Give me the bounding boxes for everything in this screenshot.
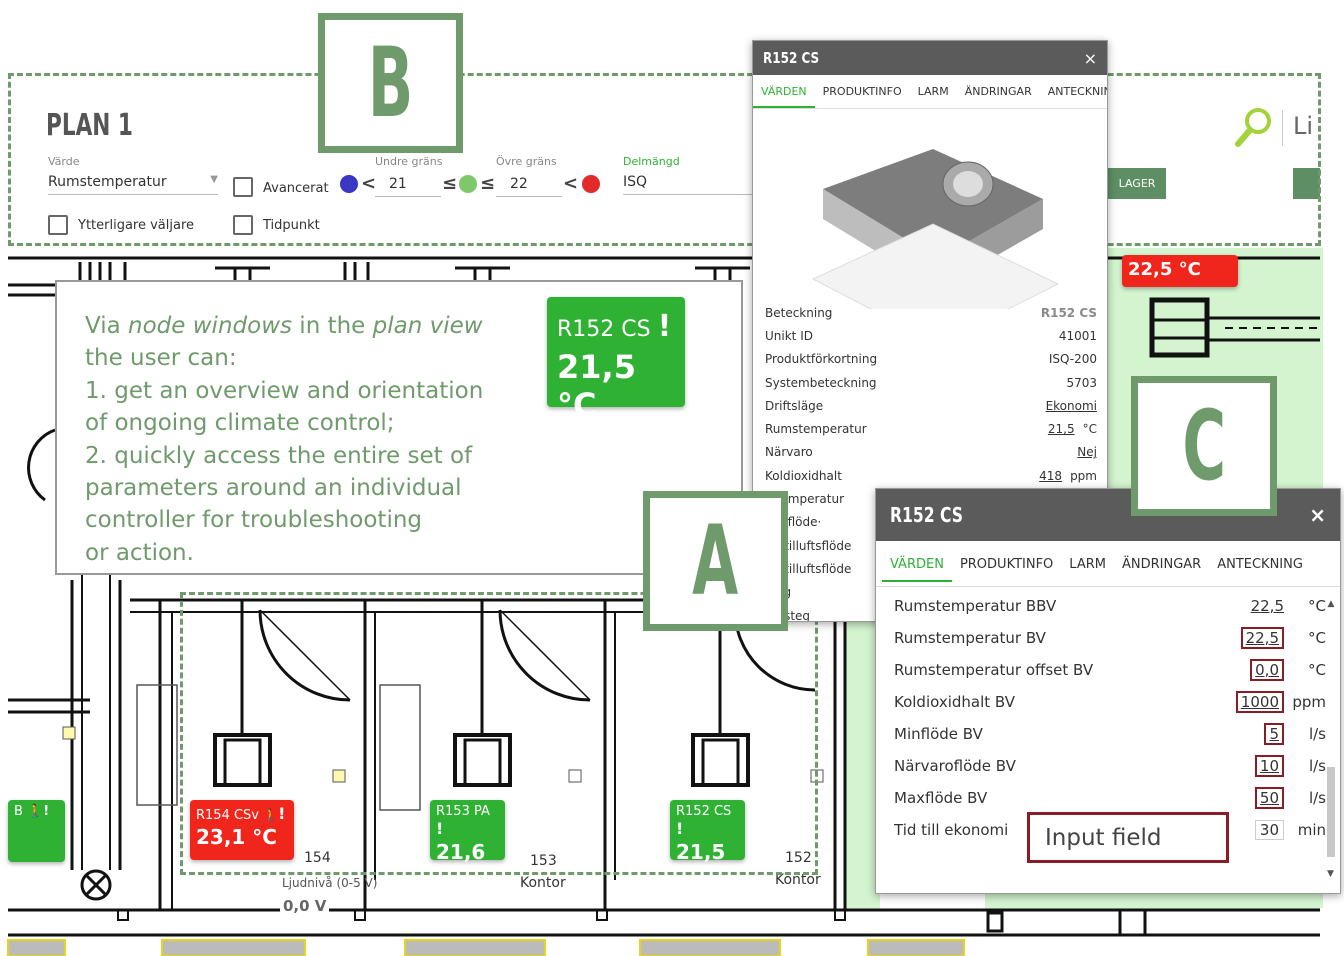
product-info-value[interactable]: Ekonomi <box>1046 399 1097 413</box>
product-info-row: Systembeteckning 5703 <box>753 371 1107 394</box>
product-info-value: 418 ppm <box>1039 468 1097 483</box>
tab-3[interactable]: ÄNDRINGAR <box>1114 547 1209 582</box>
product-info-key: Unikt ID <box>765 328 813 343</box>
value-input[interactable]: 22,5 <box>1240 627 1284 649</box>
sound-level-value: 0,0 V <box>280 897 330 915</box>
tab-4[interactable]: ANTECKNIN <box>1040 75 1107 108</box>
value-key: Maxflöde BV <box>894 789 988 807</box>
sensor-temp: 22,5 °C <box>1128 259 1201 280</box>
value-unit: °C <box>1308 597 1326 615</box>
tab-1[interactable]: PRODUKTINFO <box>952 547 1061 582</box>
tab-4[interactable]: ANTECKNING <box>1209 547 1311 582</box>
product-info-key: Produktförkortning <box>765 352 878 367</box>
value-unit: l/s <box>1308 789 1326 807</box>
value-input[interactable]: 5 <box>1264 723 1284 745</box>
value-row: Rumstemperatur BV 22,5 °C <box>876 622 1340 654</box>
value-input[interactable]: 50 <box>1254 787 1284 809</box>
product-info-value[interactable]: Nej <box>1077 445 1097 459</box>
label-a: A <box>643 491 788 631</box>
big-sensor-temp: 21,5 °C <box>557 348 636 424</box>
explanation-callout: Via node windows in the plan view the us… <box>55 280 743 575</box>
value-row: Närvaroflöde BV 10 l/s <box>876 750 1340 782</box>
value-unit: l/s <box>1308 725 1326 743</box>
tab-1[interactable]: PRODUKTINFO <box>815 75 910 108</box>
label-c: C <box>1131 376 1277 516</box>
value-input[interactable]: 30 <box>1254 820 1284 840</box>
alert-icon: ! <box>43 804 50 819</box>
value-key: Rumstemperatur offset BV <box>894 661 1094 679</box>
sensor-name: B 🚶! <box>14 804 50 819</box>
value-row: Maxflöde BV 50 l/s <box>876 782 1340 814</box>
close-icon[interactable]: × <box>1084 49 1097 68</box>
value-key: Närvaroflöde BV <box>894 757 1016 775</box>
window-tabs: VÄRDEN PRODUKTINFO LARM ÄNDRINGAR ANTECKNIN <box>753 75 1107 109</box>
value-input[interactable]: 10 <box>1254 755 1284 777</box>
value-unit: min <box>1297 821 1326 839</box>
product-info-value: ISQ-200 <box>1048 352 1097 367</box>
tab-2[interactable]: LARM <box>910 75 957 108</box>
value-unit: ppm <box>1292 693 1326 711</box>
value-key: Rumstemperatur BBV <box>894 597 1057 615</box>
product-info-value: 41001 <box>1058 328 1097 343</box>
label-b: B <box>318 13 463 153</box>
region-b-outline <box>8 73 1321 246</box>
value-key: Koldioxidhalt BV <box>894 693 1016 711</box>
sensor-badge-left-partial[interactable]: B 🚶! <box>8 800 65 862</box>
product-info-key: Rumstemperatur <box>765 422 867 437</box>
value-readonly: 22,5 <box>1250 597 1284 615</box>
value-unit: °C <box>1308 629 1326 647</box>
value-row: Koldioxidhalt BV 1000 ppm <box>876 686 1340 718</box>
callout-text: Via node windows in the plan view the us… <box>85 313 484 566</box>
window-title: R152 CS <box>890 503 963 527</box>
value-row: Rumstemperatur offset BV 0,0 °C <box>876 654 1340 686</box>
tab-3[interactable]: ÄNDRINGAR <box>957 75 1040 108</box>
value-row: Minflöde BV 5 l/s <box>876 718 1340 750</box>
product-info-key: Närvaro <box>765 445 813 460</box>
values-list: Rumstemperatur BBV 22,5 °C Rumstemperatur B… <box>876 587 1340 846</box>
product-info-value: 5703 <box>1066 375 1097 390</box>
room-name-153: Kontor <box>520 875 566 891</box>
product-info-value: 21,5 °C <box>1047 422 1097 437</box>
value-unit: l/s <box>1308 757 1326 775</box>
sensor-badge-top-right[interactable]: 22,5 °C <box>1122 255 1238 287</box>
product-info-row: Produktförkortning ISQ-200 <box>753 348 1107 371</box>
value-input[interactable]: 0,0 <box>1250 659 1284 681</box>
scrollbar-thumb[interactable] <box>1327 767 1335 857</box>
product-info-row: Unikt ID 41001 <box>753 324 1107 347</box>
product-info-value: R152 CS <box>1040 305 1097 320</box>
big-sensor-name: R152 CS ! <box>557 309 672 344</box>
tab-0[interactable]: VÄRDEN <box>753 75 815 108</box>
input-field-annotation: Input field <box>1027 812 1229 863</box>
tab-0[interactable]: VÄRDEN <box>882 547 952 582</box>
sound-level-label: Ljudnivå (0-5 V) <box>282 876 378 890</box>
value-input[interactable]: 1000 <box>1235 691 1284 713</box>
region-a-outline <box>180 592 818 875</box>
alert-icon: ! <box>657 309 672 344</box>
scrollbar[interactable]: ▲ ▼ <box>1324 599 1338 889</box>
window-tabs: VÄRDEN PRODUKTINFO LARM ÄNDRINGAR ANTECKNING <box>876 541 1340 587</box>
person-icon: 🚶 <box>27 804 44 819</box>
value-key: Minflöde BV <box>894 725 983 743</box>
value-unit: °C <box>1308 661 1326 679</box>
product-info-row: Närvaro Nej <box>753 441 1107 464</box>
product-info-row: Driftsläge Ekonomi <box>753 394 1107 417</box>
big-sensor-badge: R152 CS ! 21,5 °C <box>547 297 685 424</box>
product-info-key: Koldioxidhalt <box>765 468 842 483</box>
product-info-key: Systembeteckning <box>765 375 877 390</box>
value-row: Rumstemperatur BBV 22,5 °C <box>876 590 1340 622</box>
window-title: R152 CS <box>763 49 820 67</box>
product-info-row: Rumstemperatur 21,5 °C <box>753 417 1107 440</box>
tab-2[interactable]: LARM <box>1061 547 1114 582</box>
product-info-key: Driftsläge <box>765 398 824 413</box>
product-image <box>811 149 1060 309</box>
node-window-values: R152 CS × VÄRDEN PRODUKTINFO LARM ÄNDRINGAR… <box>875 488 1341 894</box>
close-icon[interactable]: × <box>1309 503 1326 527</box>
window-header: R152 CS × <box>753 41 1107 75</box>
product-info-row: Koldioxidhalt 418 ppm <box>753 464 1107 487</box>
product-info-key: Beteckning <box>765 305 833 320</box>
value-key: Rumstemperatur BV <box>894 629 1046 647</box>
